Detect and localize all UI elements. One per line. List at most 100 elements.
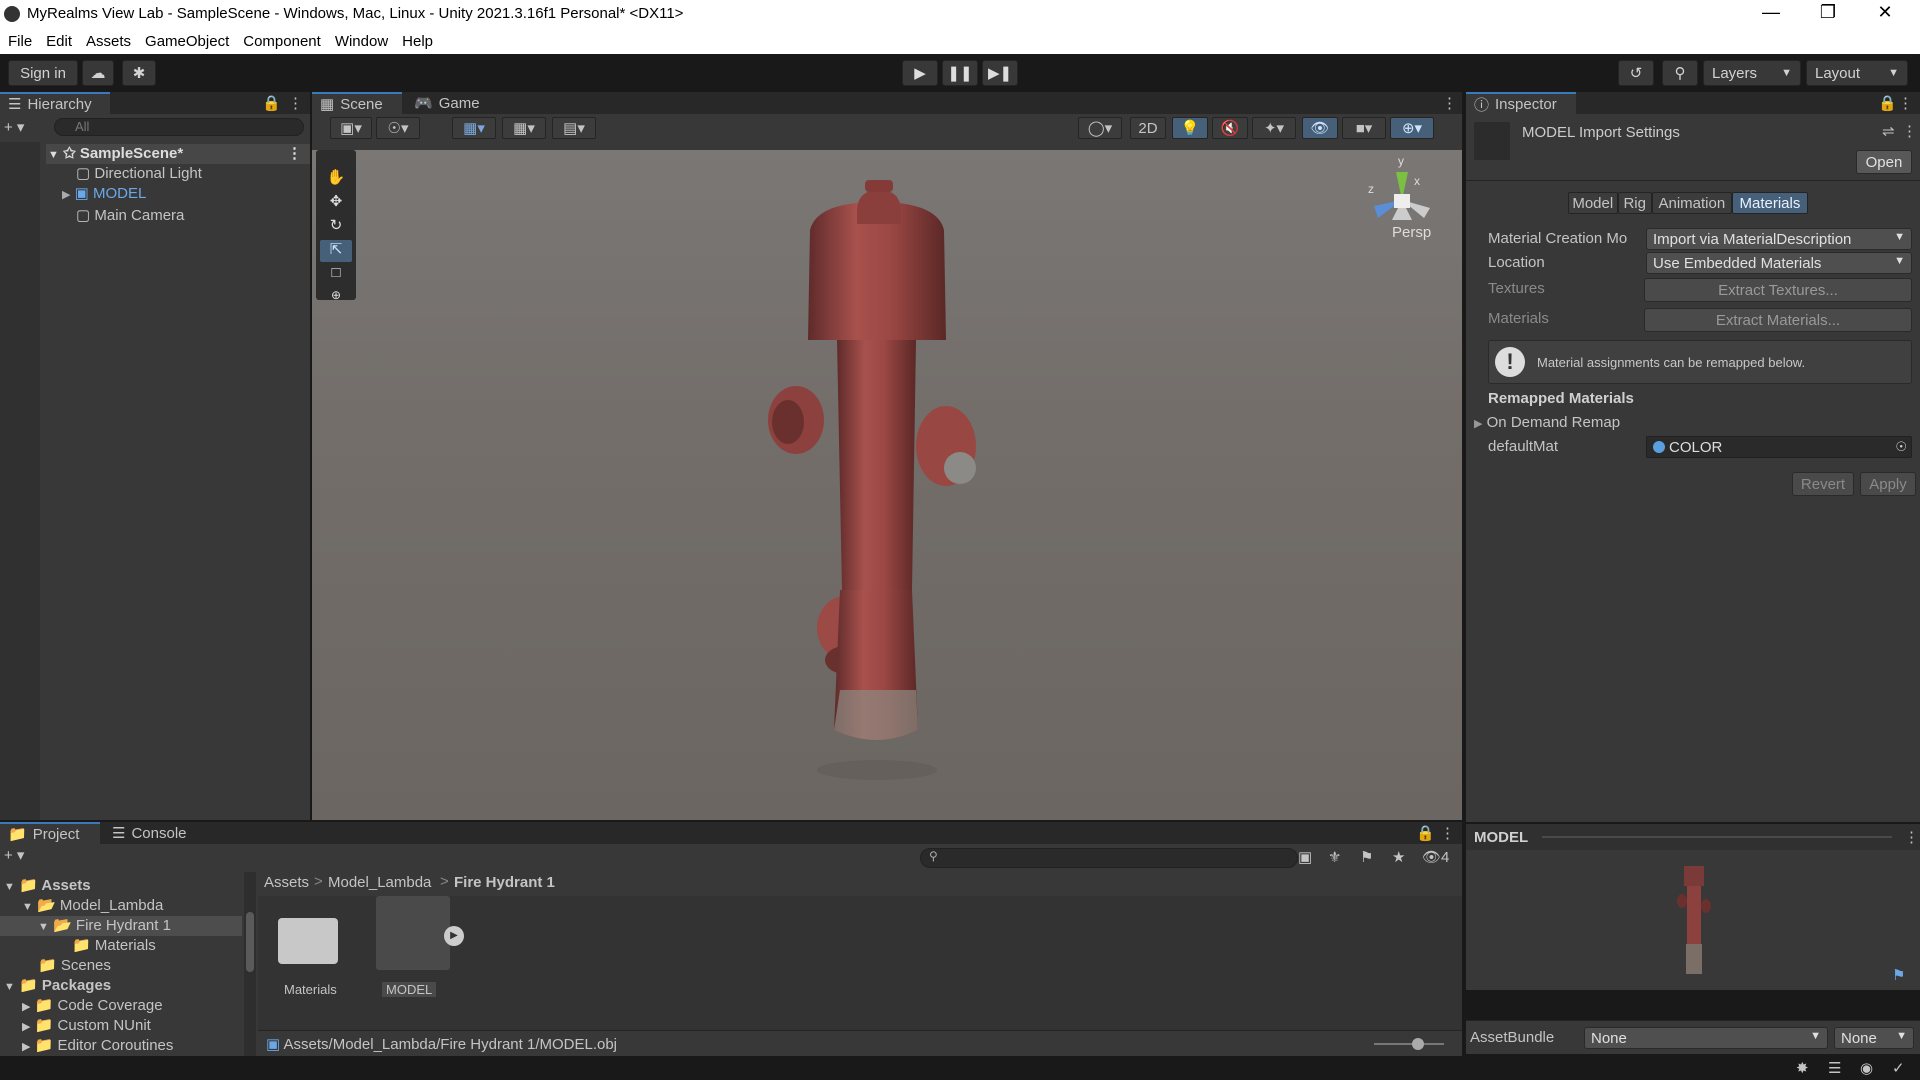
hierarchy-search[interactable]: All bbox=[54, 118, 304, 136]
search-by-label-icon[interactable]: ⚜ bbox=[1328, 848, 1341, 866]
rotate-tool-icon[interactable]: ↻ bbox=[320, 216, 352, 238]
revert-button[interactable]: Revert bbox=[1792, 472, 1854, 496]
hand-tool-icon[interactable]: ✋ bbox=[320, 168, 352, 190]
network-icon[interactable]: ◉ bbox=[1860, 1059, 1873, 1077]
scale-tool-icon[interactable]: ⇱ bbox=[320, 240, 352, 262]
pause-button[interactable]: ❚❚ bbox=[942, 60, 978, 86]
audio-icon[interactable]: 🔇 bbox=[1212, 117, 1248, 139]
draw-mode-icon[interactable]: ▣▾ bbox=[330, 117, 372, 139]
shading-icon[interactable]: ◯▾ bbox=[1078, 117, 1122, 139]
lighting-icon[interactable]: 💡 bbox=[1172, 117, 1208, 139]
layers-dropdown[interactable]: Layers ▼ bbox=[1703, 60, 1801, 86]
extract-materials-button[interactable]: Extract Materials... bbox=[1644, 308, 1912, 332]
scene-row[interactable]: ▼ ✩ SampleScene* ⋮ bbox=[46, 144, 310, 164]
search-by-type-icon[interactable]: ▣ bbox=[1298, 848, 1312, 866]
menu-file[interactable]: File bbox=[8, 30, 32, 50]
hidden-packages-icon[interactable]: 👁4 bbox=[1422, 848, 1449, 866]
assetbundle-variant-dropdown[interactable]: None ▼ bbox=[1834, 1027, 1914, 1049]
tab-scene[interactable]: ▦ Scene bbox=[312, 92, 402, 114]
breadcrumb-model-lambda[interactable]: Model_Lambda bbox=[328, 874, 431, 891]
subtab-model[interactable]: Model bbox=[1568, 192, 1618, 214]
kebab-icon[interactable]: ⋮ bbox=[1440, 824, 1455, 842]
on-demand-remap-foldout[interactable]: ▶ On Demand Remap bbox=[1474, 414, 1620, 431]
step-button[interactable]: ▶❚ bbox=[982, 60, 1018, 86]
tab-console[interactable]: ☰ Console bbox=[104, 822, 204, 844]
tab-inspector[interactable]: ⓘ Inspector bbox=[1466, 92, 1576, 114]
hierarchy-item-directional-light[interactable]: ▢ Directional Light bbox=[76, 164, 202, 182]
menu-edit[interactable]: Edit bbox=[46, 30, 72, 50]
asset-model[interactable]: ▶ MODEL bbox=[372, 896, 464, 1000]
model-preview[interactable]: ⚑ bbox=[1466, 850, 1920, 990]
play-button[interactable]: ▶ bbox=[902, 60, 938, 86]
close-icon[interactable]: ✕ bbox=[1862, 2, 1908, 23]
grid-snap-icon[interactable]: ▦▾ bbox=[452, 117, 496, 139]
cloud-icon[interactable]: ☁ bbox=[82, 60, 114, 86]
settings-icon[interactable]: ⇌ bbox=[1882, 122, 1895, 140]
lock-icon[interactable]: 🔒 bbox=[1878, 94, 1897, 112]
menu-assets[interactable]: Assets bbox=[86, 30, 131, 50]
tree-item-scenes[interactable]: 📁 Scenes bbox=[38, 956, 111, 974]
kebab-icon[interactable]: ⋮ bbox=[1902, 122, 1917, 140]
grid-icon[interactable]: ▤▾ bbox=[552, 117, 596, 139]
tab-project[interactable]: 📁 Project bbox=[0, 822, 100, 844]
location-dropdown[interactable]: Use Embedded Materials ▼ bbox=[1646, 252, 1912, 274]
material-creation-dropdown[interactable]: Import via MaterialDescription ▼ bbox=[1646, 228, 1912, 250]
breadcrumb-assets[interactable]: Assets bbox=[264, 874, 309, 891]
breadcrumb-fire-hydrant[interactable]: Fire Hydrant 1 bbox=[454, 874, 555, 891]
transform-tool-icon[interactable]: ⊕ bbox=[320, 288, 352, 302]
tree-item-fire-hydrant[interactable]: ▼ 📂 Fire Hydrant 1 bbox=[0, 916, 242, 936]
tree-scrollbar[interactable] bbox=[244, 872, 256, 1056]
bug-icon[interactable]: ✸ bbox=[1796, 1059, 1809, 1077]
target-icon[interactable]: ☉ bbox=[1895, 439, 1907, 455]
subtab-animation[interactable]: Animation bbox=[1651, 192, 1732, 214]
gizmos-icon[interactable]: ⊕▾ bbox=[1390, 117, 1434, 139]
default-mat-field[interactable]: COLOR ☉ bbox=[1646, 436, 1912, 458]
icon-size-slider[interactable] bbox=[1374, 1038, 1444, 1050]
layers-status-icon[interactable]: ☰ bbox=[1828, 1059, 1841, 1077]
tree-item-custom-nunit[interactable]: ▶ 📁 Custom NUnit bbox=[22, 1016, 151, 1034]
menu-help[interactable]: Help bbox=[402, 30, 433, 50]
persp-label[interactable]: Persp bbox=[1392, 224, 1431, 241]
sign-in-button[interactable]: Sign in bbox=[8, 60, 78, 86]
hierarchy-item-main-camera[interactable]: ▢ Main Camera bbox=[76, 206, 184, 224]
menu-window[interactable]: Window bbox=[335, 30, 388, 50]
tab-hierarchy[interactable]: ☰ Hierarchy bbox=[0, 92, 110, 114]
kebab-icon[interactable]: ⋮ bbox=[288, 94, 303, 112]
play-preview-icon[interactable]: ▶ bbox=[444, 926, 464, 946]
label-icon[interactable]: ⚑ bbox=[1360, 848, 1373, 866]
mode-2d-button[interactable]: 2D bbox=[1130, 117, 1166, 139]
kebab-icon[interactable]: ⋮ bbox=[1898, 94, 1913, 112]
effects-icon[interactable]: ✦▾ bbox=[1252, 117, 1296, 139]
tree-item-editor-coroutines[interactable]: ▶ 📁 Editor Coroutines bbox=[22, 1036, 173, 1054]
collab-icon[interactable]: ✱ bbox=[122, 60, 156, 86]
subtab-rig[interactable]: Rig bbox=[1617, 192, 1652, 214]
kebab-icon[interactable]: ⋮ bbox=[1904, 828, 1919, 846]
apply-button[interactable]: Apply bbox=[1860, 472, 1916, 496]
history-icon[interactable]: ↺ bbox=[1618, 60, 1654, 86]
tag-icon[interactable]: ⚑ bbox=[1892, 966, 1905, 984]
tree-item-code-coverage[interactable]: ▶ 📁 Code Coverage bbox=[22, 996, 163, 1014]
add-icon[interactable]: + ▾ bbox=[4, 846, 24, 864]
check-icon[interactable]: ✓ bbox=[1892, 1059, 1905, 1077]
maximize-icon[interactable]: ❐ bbox=[1805, 2, 1851, 23]
increment-snap-icon[interactable]: ▦▾ bbox=[502, 117, 546, 139]
tree-item-assets[interactable]: ▼ 📁 Assets bbox=[4, 876, 91, 894]
move-tool-icon[interactable]: ✥ bbox=[320, 192, 352, 214]
add-icon[interactable]: + ▾ bbox=[4, 118, 24, 136]
scene-viewport[interactable]: ✋ ✥ ↻ ⇱ □ ⊕ y x z Persp bbox=[312, 150, 1462, 820]
open-button[interactable]: Open bbox=[1856, 150, 1912, 174]
layout-dropdown[interactable]: Layout ▼ bbox=[1806, 60, 1908, 86]
extract-textures-button[interactable]: Extract Textures... bbox=[1644, 278, 1912, 302]
hidden-objects-icon[interactable]: 👁 bbox=[1302, 117, 1338, 139]
hierarchy-item-model[interactable]: ▶ ▣ MODEL bbox=[62, 184, 146, 202]
minimize-icon[interactable]: — bbox=[1748, 2, 1794, 23]
subtab-materials[interactable]: Materials bbox=[1731, 192, 1808, 214]
search-icon[interactable]: ⚲ bbox=[1662, 60, 1698, 86]
lock-icon[interactable]: 🔒 bbox=[262, 94, 281, 112]
global-icon[interactable]: ☉▾ bbox=[376, 117, 420, 139]
lock-icon[interactable]: 🔒 bbox=[1416, 824, 1435, 842]
project-search[interactable]: ⚲ bbox=[920, 848, 1298, 868]
kebab-icon[interactable]: ⋮ bbox=[1442, 94, 1457, 112]
tree-item-packages[interactable]: ▼ 📁 Packages bbox=[4, 976, 111, 994]
assetbundle-dropdown[interactable]: None ▼ bbox=[1584, 1027, 1828, 1049]
